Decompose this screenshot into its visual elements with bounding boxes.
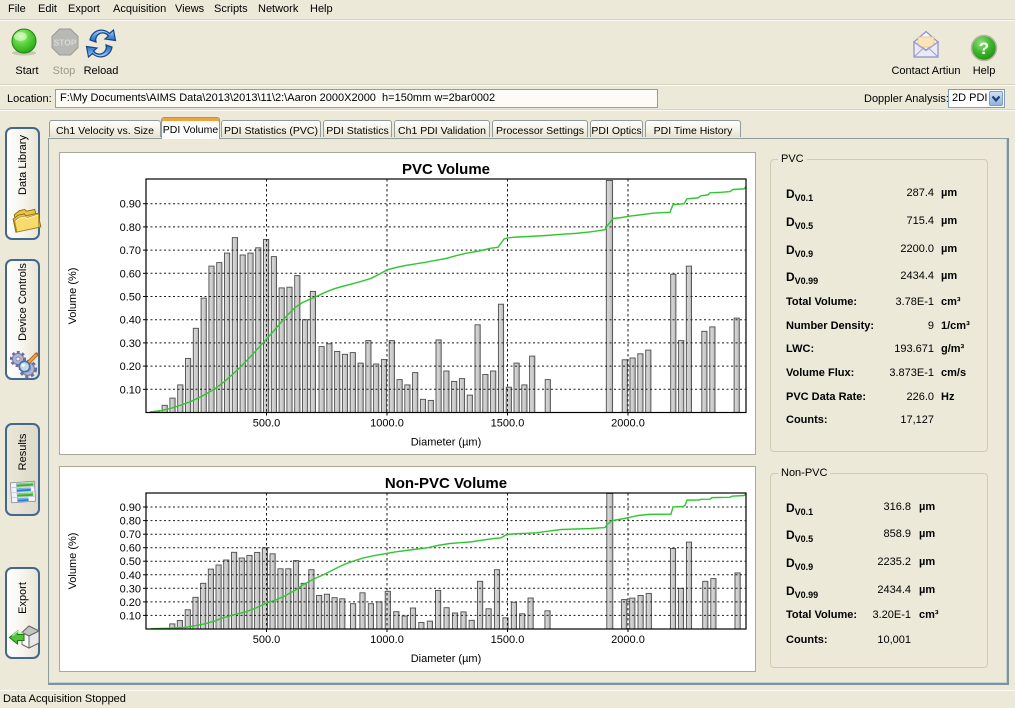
- svg-text:0.60: 0.60: [120, 268, 141, 280]
- svg-text:500.0: 500.0: [253, 634, 281, 646]
- svg-text:0.30: 0.30: [120, 338, 141, 350]
- svg-text:0.90: 0.90: [120, 199, 141, 211]
- svg-text:Diameter (µm): Diameter (µm): [411, 437, 482, 449]
- svg-text:0.80: 0.80: [120, 516, 141, 528]
- svg-text:2000.0: 2000.0: [611, 418, 645, 430]
- svg-text:Diameter (µm): Diameter (µm): [411, 653, 482, 665]
- svg-text:0.70: 0.70: [120, 529, 141, 541]
- svg-text:?: ?: [979, 39, 989, 58]
- svg-text:0.50: 0.50: [120, 292, 141, 304]
- svg-text:1000.0: 1000.0: [370, 634, 404, 646]
- svg-text:0.40: 0.40: [120, 570, 141, 582]
- svg-text:0.20: 0.20: [120, 597, 141, 609]
- svg-text:0.90: 0.90: [120, 502, 141, 514]
- svg-text:1500.0: 1500.0: [491, 418, 525, 430]
- svg-text:0.30: 0.30: [120, 583, 141, 595]
- svg-text:STOP: STOP: [54, 38, 77, 48]
- svg-text:Volume (%): Volume (%): [67, 533, 79, 590]
- svg-text:0.10: 0.10: [120, 384, 141, 396]
- svg-text:0.80: 0.80: [120, 222, 141, 234]
- svg-text:1000.0: 1000.0: [370, 418, 404, 430]
- svg-text:0.60: 0.60: [120, 543, 141, 555]
- svg-text:0.20: 0.20: [120, 361, 141, 373]
- svg-text:0.50: 0.50: [120, 556, 141, 568]
- svg-text:500.0: 500.0: [253, 418, 281, 430]
- svg-text:0.70: 0.70: [120, 245, 141, 257]
- svg-text:0.10: 0.10: [120, 610, 141, 622]
- svg-text:0.40: 0.40: [120, 315, 141, 327]
- svg-text:2000.0: 2000.0: [611, 634, 645, 646]
- svg-text:Volume (%): Volume (%): [67, 268, 79, 325]
- svg-text:PVC Volume: PVC Volume: [402, 161, 490, 178]
- svg-text:1500.0: 1500.0: [491, 634, 525, 646]
- svg-text:Non-PVC Volume: Non-PVC Volume: [385, 475, 507, 492]
